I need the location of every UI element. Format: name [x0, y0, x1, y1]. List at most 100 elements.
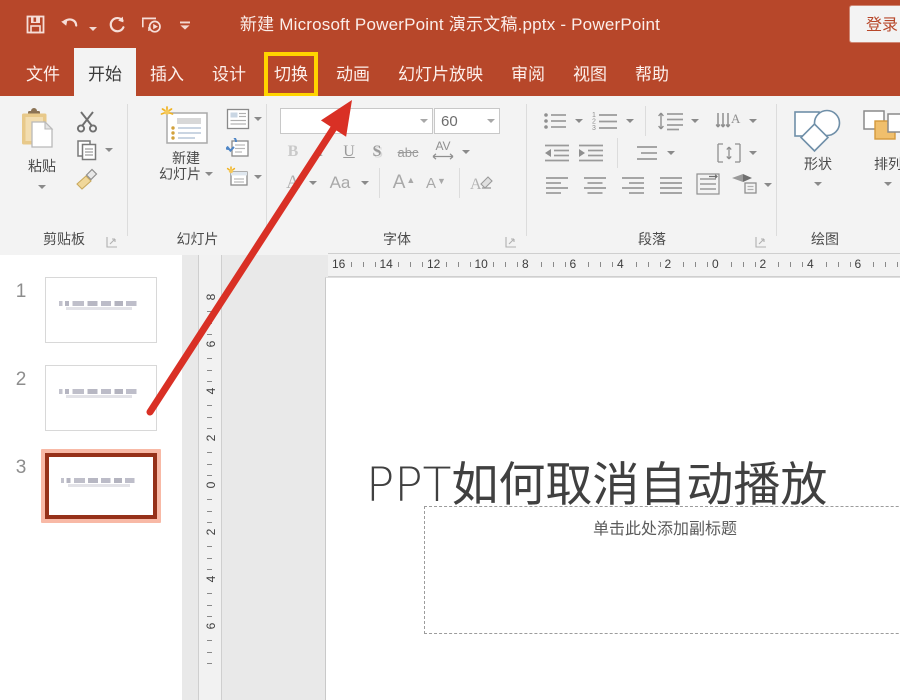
reset-icon[interactable]: [224, 136, 252, 162]
grow-font-button[interactable]: A ▲: [389, 170, 419, 196]
layout-icon[interactable]: [224, 106, 252, 132]
columns-icon[interactable]: [713, 140, 745, 166]
align-text-dropdown-caret[interactable]: [664, 140, 678, 166]
slide-thumbnail[interactable]: [45, 453, 157, 519]
tab-0[interactable]: 文件: [12, 48, 74, 96]
align-text-icon[interactable]: [631, 140, 663, 166]
align-right-icon[interactable]: [617, 172, 649, 198]
hruler-tick: [790, 262, 791, 267]
vruler-tick: [207, 334, 212, 335]
increase-indent-icon[interactable]: [575, 140, 607, 166]
tab-8[interactable]: 视图: [559, 48, 621, 96]
copy-icon[interactable]: [72, 137, 102, 163]
tab-6[interactable]: 幻灯片放映: [384, 48, 497, 96]
justify-icon[interactable]: [655, 172, 687, 198]
shapes-button[interactable]: 形状: [785, 106, 851, 193]
save-icon[interactable]: [18, 8, 52, 40]
convert-smartart-dropdown-caret[interactable]: [761, 172, 775, 198]
redo-icon[interactable]: [100, 8, 134, 40]
font-name-caret[interactable]: [416, 119, 432, 123]
paragraph-dialog-launcher[interactable]: [755, 236, 767, 248]
font-dialog-launcher[interactable]: [505, 236, 517, 248]
bullets-dropdown-caret[interactable]: [572, 108, 586, 134]
shapes-dropdown-caret[interactable]: [814, 175, 822, 193]
sign-in-button[interactable]: 登录: [850, 6, 900, 42]
section-dropdown-caret[interactable]: [251, 164, 265, 190]
strikethrough-button[interactable]: abc: [392, 140, 424, 164]
line-spacing-icon[interactable]: [655, 108, 687, 134]
ribbon-group-slides: 新建 幻灯片: [128, 96, 267, 255]
hruler-tick: [517, 262, 518, 267]
numbering-dropdown-caret[interactable]: [623, 108, 637, 134]
group-label-font: 字体: [267, 229, 527, 249]
vruler-tick: [207, 511, 212, 512]
undo-dropdown-caret[interactable]: [86, 8, 100, 40]
decrease-indent-icon[interactable]: [541, 140, 573, 166]
customize-qat-icon[interactable]: [168, 8, 202, 40]
undo-icon[interactable]: [52, 8, 86, 40]
thumbnail-row[interactable]: 1: [0, 277, 182, 353]
font-size-caret[interactable]: [483, 119, 499, 123]
new-slide-dropdown-caret[interactable]: [205, 172, 213, 176]
shrink-font-button[interactable]: A ▼: [421, 170, 451, 196]
distribute-text-icon[interactable]: [693, 170, 725, 198]
clear-formatting-icon[interactable]: A: [467, 170, 497, 196]
horizontal-ruler[interactable]: 1614121086420246: [328, 253, 900, 277]
new-slide-button[interactable]: 新建 幻灯片: [150, 106, 222, 182]
character-spacing-button[interactable]: AV: [426, 138, 460, 164]
convert-smartart-icon[interactable]: [729, 170, 761, 198]
bold-glyph: B: [288, 143, 299, 161]
tab-1[interactable]: 开始: [74, 48, 136, 96]
font-color-button[interactable]: A: [280, 170, 306, 196]
align-center-icon[interactable]: [579, 172, 611, 198]
arrange-label: 排列: [874, 156, 900, 172]
thumbnail-row[interactable]: 2: [0, 365, 182, 441]
start-slideshow-icon[interactable]: [134, 8, 168, 40]
numbering-icon[interactable]: 1 2 3: [590, 108, 622, 134]
font-name-combo[interactable]: [280, 108, 433, 134]
text-direction-icon[interactable]: A: [713, 108, 745, 134]
slide-title-text[interactable]: PPT如何取消自动播放: [366, 446, 900, 515]
arrange-button[interactable]: 排列: [855, 106, 900, 193]
paste-button[interactable]: 粘贴: [14, 106, 70, 196]
format-painter-icon[interactable]: [72, 166, 102, 192]
subtitle-placeholder-box[interactable]: 单击此处添加副标题: [424, 506, 900, 634]
tab-3[interactable]: 设计: [198, 48, 260, 96]
arrange-dropdown-caret[interactable]: [884, 175, 892, 193]
vruler-tick: [207, 452, 212, 453]
bullets-icon[interactable]: [541, 108, 571, 134]
line-spacing-dropdown-caret[interactable]: [688, 108, 702, 134]
slide-thumbnail[interactable]: [45, 365, 157, 431]
change-case-button[interactable]: Aa: [322, 170, 358, 196]
tab-5[interactable]: 动画: [322, 48, 384, 96]
hruler-tick: [660, 262, 661, 267]
cut-icon[interactable]: [72, 108, 102, 134]
italic-button[interactable]: I: [308, 140, 334, 164]
bold-button[interactable]: B: [280, 140, 306, 164]
hruler-tick: [707, 262, 708, 267]
underline-button[interactable]: U: [336, 140, 362, 164]
clipboard-dialog-launcher[interactable]: [106, 236, 118, 248]
copy-dropdown-caret[interactable]: [101, 137, 117, 163]
slide-thumbnail[interactable]: [45, 277, 157, 343]
tab-9[interactable]: 帮助: [621, 48, 683, 96]
columns-dropdown-caret[interactable]: [746, 140, 760, 166]
tab-4[interactable]: 切换: [260, 48, 322, 96]
change-case-dropdown-caret[interactable]: [358, 170, 372, 196]
section-icon[interactable]: [224, 164, 252, 190]
tab-7[interactable]: 审阅: [497, 48, 559, 96]
font-color-dropdown-caret[interactable]: [306, 170, 320, 196]
char-spacing-dropdown-caret[interactable]: [459, 140, 473, 164]
text-direction-dropdown-caret[interactable]: [746, 108, 760, 134]
thumbnail-row[interactable]: 3: [0, 453, 182, 529]
slide-canvas[interactable]: PPT如何取消自动播放 单击此处添加副标题: [325, 277, 900, 700]
slide-thumbnail-panel[interactable]: 123 (Ctrl): [0, 255, 183, 700]
paste-dropdown-caret[interactable]: [38, 178, 46, 196]
text-shadow-button[interactable]: S: [364, 140, 390, 164]
layout-dropdown-caret[interactable]: [251, 106, 265, 132]
hruler-tick: [565, 262, 566, 267]
font-size-combo[interactable]: 60: [434, 108, 500, 134]
align-left-icon[interactable]: [541, 172, 573, 198]
tab-2[interactable]: 插入: [136, 48, 198, 96]
vertical-ruler[interactable]: 86420246: [198, 255, 222, 700]
